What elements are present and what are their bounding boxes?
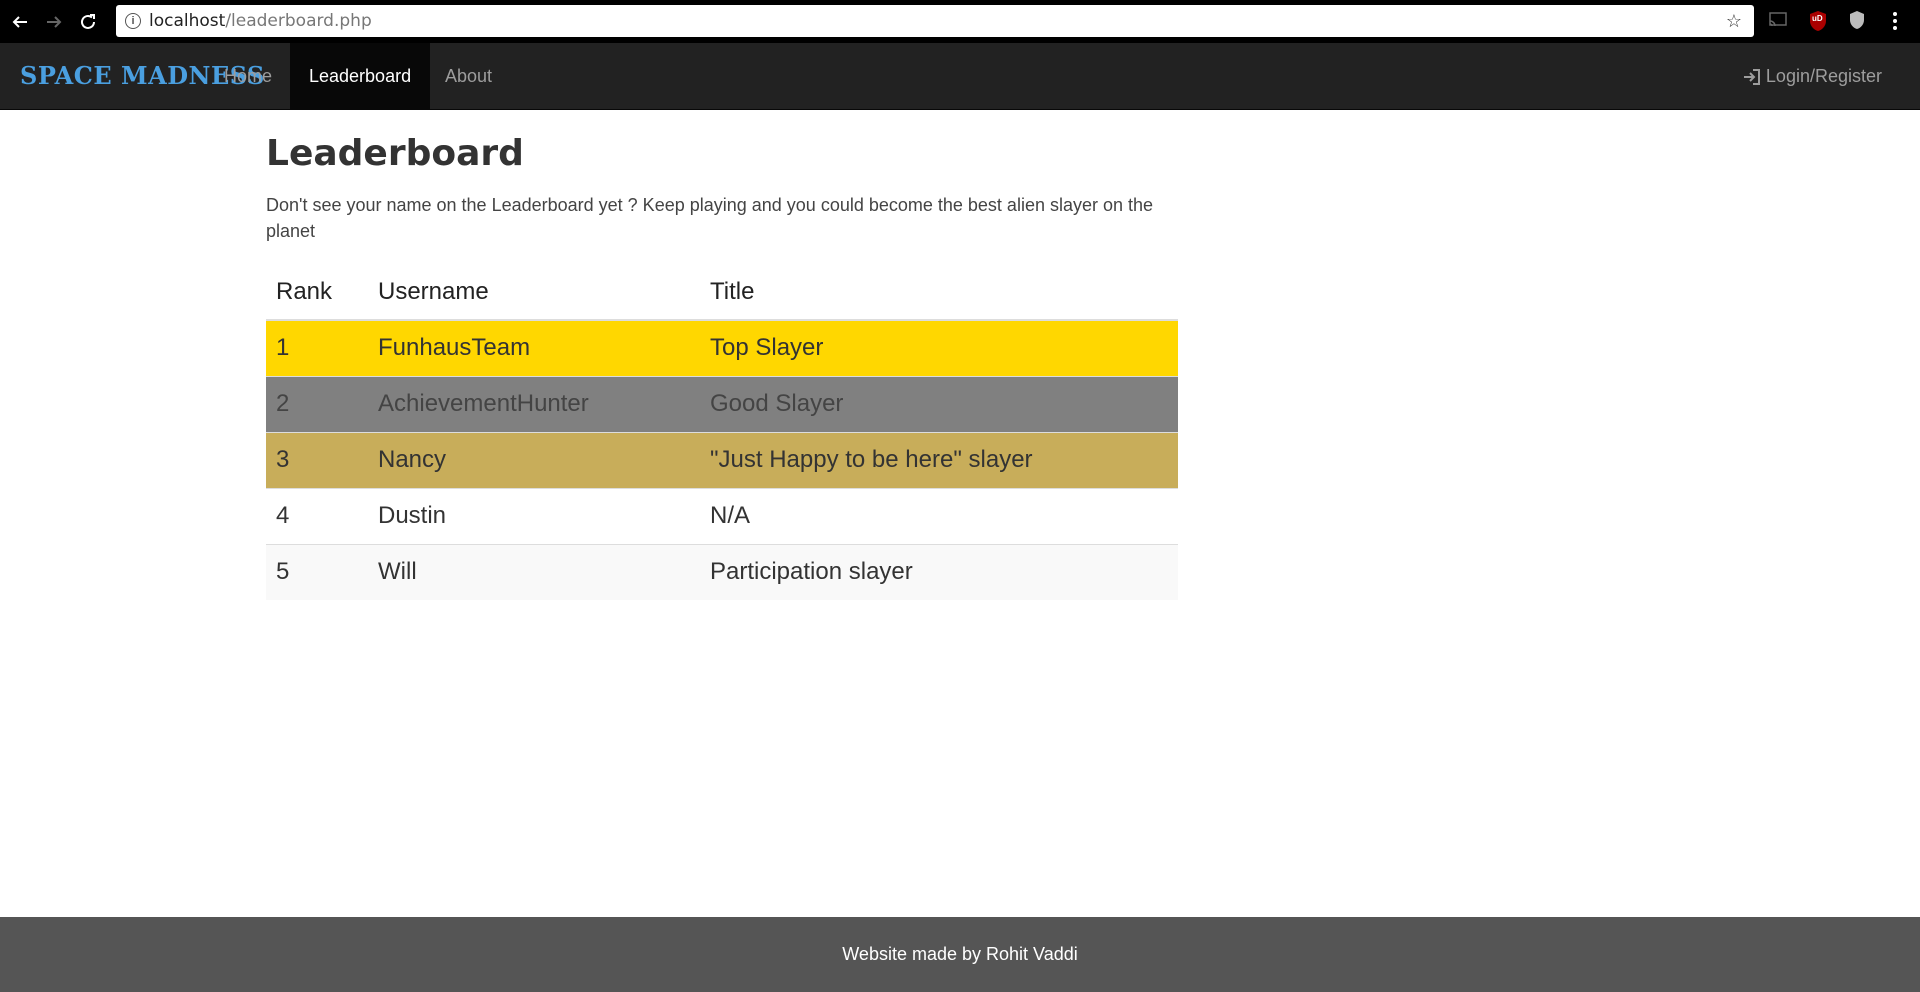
cell-rank: 2: [266, 375, 368, 432]
table-row: 4 Dustin N/A: [266, 487, 1178, 544]
table-header-row: Rank Username Title: [266, 264, 1178, 321]
url-path: /leaderboard.php: [225, 11, 372, 31]
back-arrow-icon: [12, 15, 27, 28]
url-text: localhost/leaderboard.php: [149, 11, 372, 31]
cell-rank: 4: [266, 487, 368, 544]
header-rank: Rank: [266, 264, 368, 321]
site-info-icon[interactable]: i: [125, 13, 141, 29]
url-host: localhost: [149, 11, 226, 31]
cell-username: Nancy: [368, 431, 700, 488]
browser-toolbar: i localhost/leaderboard.php ☆ uD: [0, 0, 1920, 43]
login-icon: [1743, 68, 1760, 85]
site-navbar: SPACE MADNESS Home Leaderboard About Log…: [0, 43, 1920, 110]
table-row: 2 AchievementHunter Good Slayer: [266, 375, 1178, 432]
login-register-link[interactable]: Login/Register: [1742, 43, 1882, 110]
cell-title: N/A: [700, 487, 1178, 544]
cell-rank: 1: [266, 319, 368, 376]
table-row: 5 Will Participation slayer: [266, 543, 1178, 600]
cell-username: AchievementHunter: [368, 375, 700, 432]
table-row: 1 FunhausTeam Top Slayer: [266, 319, 1178, 376]
login-register-label: Login/Register: [1765, 66, 1882, 86]
reload-icon: [81, 13, 95, 29]
leaderboard-table: Rank Username Title 1 FunhausTeam Top Sl…: [266, 264, 1178, 600]
cell-username: Dustin: [368, 487, 700, 544]
table-row: 3 Nancy "Just Happy to be here" slayer: [266, 431, 1178, 488]
header-username: Username: [368, 264, 700, 321]
cell-title: Participation slayer: [700, 543, 1178, 600]
nav-home[interactable]: Home: [205, 43, 291, 110]
shield-icon[interactable]: [1848, 10, 1866, 35]
header-title: Title: [700, 264, 1178, 321]
bookmark-star-icon[interactable]: ☆: [1726, 11, 1742, 32]
cell-rank: 5: [266, 543, 368, 600]
cell-title: Good Slayer: [700, 375, 1178, 432]
page-title: Leaderboard: [266, 133, 524, 174]
nav-leaderboard[interactable]: Leaderboard: [290, 43, 431, 110]
address-bar[interactable]: i localhost/leaderboard.php ☆: [116, 5, 1754, 37]
leaderboard-description: Don't see your name on the Leaderboard y…: [266, 195, 1154, 241]
back-button[interactable]: [6, 8, 34, 36]
reload-button[interactable]: [74, 8, 102, 36]
ublock-label: uD: [1812, 14, 1823, 23]
cell-title: "Just Happy to be here" slayer: [700, 431, 1178, 488]
ublock-icon[interactable]: uD: [1808, 10, 1828, 37]
cell-title: Top Slayer: [700, 319, 1178, 376]
nav-about[interactable]: About: [426, 43, 511, 110]
main-content: Leaderboard Don't see your name on the L…: [266, 110, 1178, 600]
cast-icon[interactable]: [1768, 11, 1788, 34]
site-footer: Website made by Rohit Vaddi: [0, 917, 1920, 992]
cell-username: Will: [368, 543, 700, 600]
cell-rank: 3: [266, 431, 368, 488]
footer-credit: Website made by Rohit Vaddi: [842, 944, 1078, 964]
cell-username: FunhausTeam: [368, 319, 700, 376]
forward-button[interactable]: [40, 8, 68, 36]
menu-kebab-icon[interactable]: [1892, 11, 1898, 36]
forward-arrow-icon: [47, 15, 62, 28]
